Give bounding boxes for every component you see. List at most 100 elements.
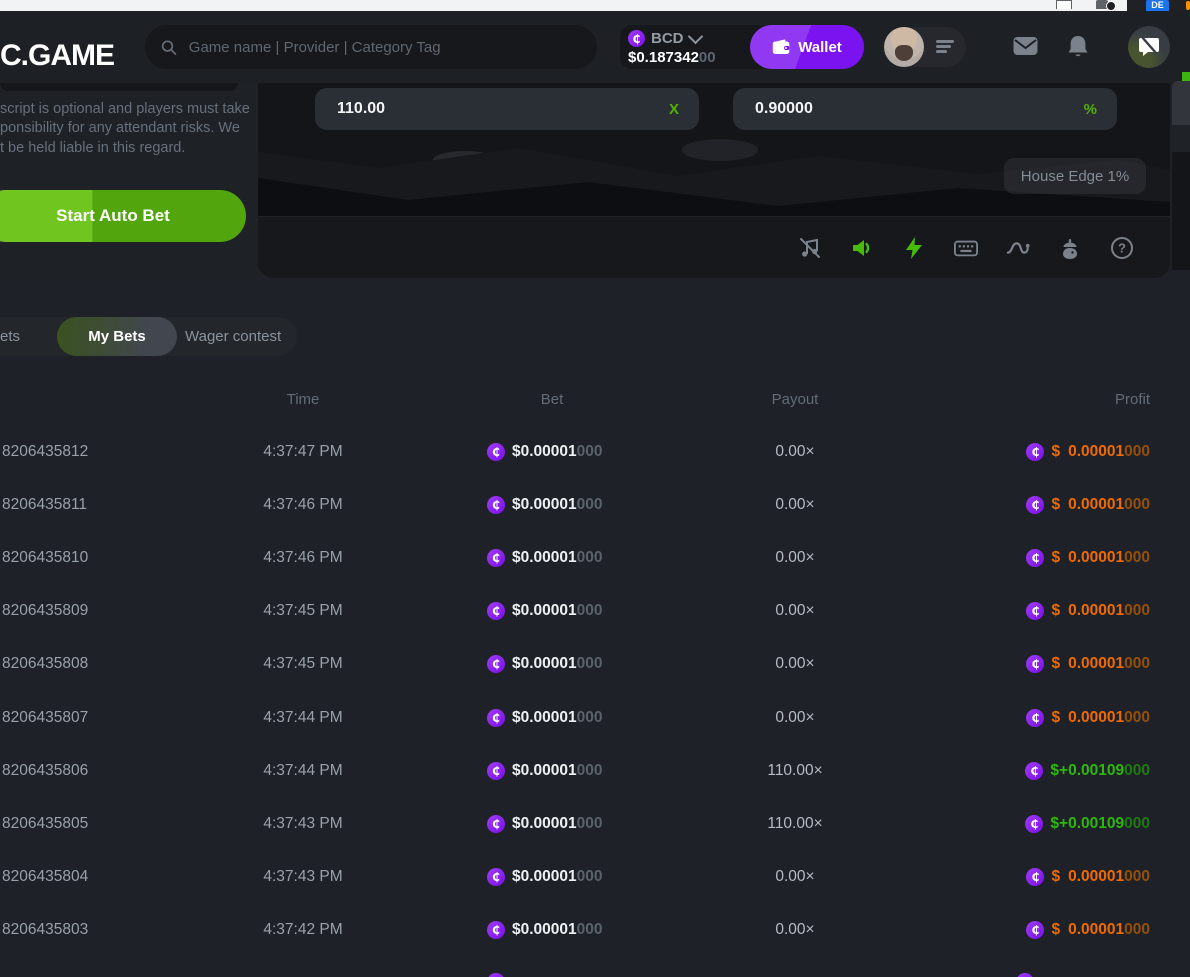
table-row[interactable]: 8206435810 4:37:46 PM $0.00001000 0.00× …: [0, 531, 1172, 584]
rank-menu-icon[interactable]: [936, 40, 954, 54]
bcd-coin-icon: [628, 30, 645, 47]
bet-id: 8206435806: [2, 762, 88, 780]
start-auto-bet-button[interactable]: Start Auto Bet: [0, 190, 246, 242]
tab-my-bets[interactable]: My Bets: [57, 317, 177, 356]
bet-payout: 0.00×: [720, 602, 870, 620]
bcd-coin-icon: [487, 549, 505, 567]
help-icon[interactable]: ?: [1110, 236, 1134, 260]
search-icon: [161, 39, 177, 56]
mail-icon[interactable]: [1013, 36, 1038, 61]
table-row[interactable]: 8206435804 4:37:43 PM $0.00001000 0.00× …: [0, 851, 1172, 904]
payout-input[interactable]: X: [315, 88, 699, 130]
bcd-coin-icon: [487, 655, 505, 673]
bet-time: 4:37:47 PM: [230, 443, 376, 461]
bet-profit: $0.00001000: [1026, 549, 1150, 567]
bet-payout: 110.00×: [720, 762, 870, 780]
autobet-disclaimer: script is optional and players must take…: [0, 100, 250, 158]
win-chance-value[interactable]: [753, 99, 1076, 119]
extension-badge-icon: [1106, 1, 1116, 11]
bet-time: 4:37:43 PM: [230, 815, 376, 833]
table-row[interactable]: 8206435803 4:37:42 PM $0.00001000 0.00× …: [0, 904, 1172, 957]
payout-value[interactable]: [335, 99, 661, 119]
bet-profit: $0.00001000: [1026, 921, 1150, 939]
wallet-button[interactable]: Wallet: [750, 25, 864, 69]
profile-group[interactable]: [884, 27, 966, 67]
music-off-icon[interactable]: [798, 236, 822, 260]
table-row[interactable]: 8206435808 4:37:45 PM $0.00001000 0.00× …: [0, 638, 1172, 691]
turbo-bolt-icon[interactable]: [902, 236, 926, 260]
tab-all-bets[interactable]: ets: [0, 317, 20, 356]
browser-chrome-strip: DE: [0, 0, 1190, 11]
bets-tabs-bar: ets My Bets Wager contest: [0, 317, 297, 356]
bet-amount: $0.00001000: [487, 549, 603, 567]
table-row[interactable]: 8206435811 4:37:46 PM $0.00001000 0.00× …: [0, 478, 1172, 531]
browser-accent-sliver: [1186, 1, 1190, 10]
bell-icon[interactable]: [1067, 35, 1089, 64]
avatar[interactable]: [884, 27, 924, 67]
bet-amount: $0.00001000: [487, 868, 603, 886]
bet-time: 4:37:42 PM: [230, 921, 376, 939]
bet-time: 4:37:45 PM: [230, 602, 376, 620]
bet-profit: $0.00001000: [1026, 709, 1150, 727]
bet-payout: 0.00×: [720, 549, 870, 567]
bet-id: 8206435810: [2, 549, 88, 567]
bet-amount: $0.00001000: [487, 602, 603, 620]
de-extension-badge[interactable]: DE: [1146, 0, 1169, 11]
bcd-coin-icon: [487, 815, 505, 833]
site-logo[interactable]: C.GAME: [0, 39, 114, 73]
bcd-coin-icon: [487, 496, 505, 514]
live-stats-icon[interactable]: [1006, 236, 1030, 260]
right-edge-panel-sliver-dark: [1172, 152, 1190, 270]
search-input[interactable]: [187, 38, 581, 57]
svg-text:?: ?: [1118, 240, 1126, 255]
bet-amount: $0.00001000: [487, 762, 603, 780]
column-payout: Payout: [720, 391, 870, 408]
bet-profit: $0.00001000: [1026, 655, 1150, 673]
bet-id: 8206435811: [2, 496, 87, 514]
table-row[interactable]: 8206435812 4:37:47 PM $0.00001000 0.00× …: [0, 425, 1172, 478]
bet-id: 8206435807: [2, 709, 88, 727]
bet-payout: 0.00×: [720, 709, 870, 727]
search-bar[interactable]: [145, 25, 597, 69]
right-edge-green-sliver: [1182, 72, 1190, 81]
bcd-coin-icon: [1026, 921, 1044, 939]
bcd-coin-icon: [487, 973, 505, 977]
seed-fairness-icon[interactable]: [1058, 236, 1082, 260]
table-row[interactable]: 8206435805 4:37:43 PM $0.00001000 110.00…: [0, 797, 1172, 850]
tab-wager-contest[interactable]: Wager contest: [185, 317, 281, 356]
bet-time: 4:37:46 PM: [230, 496, 376, 514]
table-header: Time Bet Payout Profit: [0, 388, 1172, 412]
table-row[interactable]: 8206435809 4:37:45 PM $0.00001000 0.00× …: [0, 585, 1172, 638]
win-chance-input[interactable]: %: [733, 88, 1117, 130]
sound-on-icon[interactable]: [850, 236, 874, 260]
bcd-coin-icon: [487, 443, 505, 461]
bet-profit: $+0.00109000: [1025, 762, 1150, 780]
bet-payout: 0.00×: [720, 655, 870, 673]
column-profit: Profit: [1115, 391, 1150, 408]
bet-time: 4:37:46 PM: [230, 549, 376, 567]
bet-amount: $0.00001000: [487, 496, 603, 514]
bet-payout: 0.00×: [720, 443, 870, 461]
bookmarks-icon[interactable]: [1056, 0, 1072, 9]
chevron-down-icon: [687, 29, 703, 45]
right-edge-panel-sliver-mid: [1172, 125, 1190, 152]
bet-payout: 0.00×: [720, 496, 870, 514]
hotkeys-keyboard-icon[interactable]: [954, 236, 978, 260]
bet-id: 8206435808: [2, 655, 88, 673]
bcd-coin-icon: [1026, 655, 1044, 673]
table-row[interactable]: 8206435806 4:37:44 PM $0.00001000 110.00…: [0, 744, 1172, 797]
bet-id: 8206435809: [2, 602, 88, 620]
wallet-icon: [772, 39, 791, 55]
right-edge-panel-sliver: [1172, 81, 1190, 125]
bet-id: 8206435804: [2, 868, 88, 886]
page: DE C.GAME BCD $0.18734200: [0, 0, 1190, 977]
column-bet: Bet: [487, 391, 617, 408]
bcd-coin-icon: [1016, 973, 1034, 977]
balance-amount: $0.18734200: [628, 49, 716, 66]
currency-selector[interactable]: BCD $0.18734200: [620, 25, 770, 69]
chat-toggle-icon[interactable]: [1128, 26, 1170, 68]
bcd-coin-icon: [1026, 443, 1044, 461]
bet-payout: 0.00×: [720, 921, 870, 939]
bet-amount: $0.00001000: [487, 709, 603, 727]
table-row[interactable]: 8206435807 4:37:44 PM $0.00001000 0.00× …: [0, 691, 1172, 744]
